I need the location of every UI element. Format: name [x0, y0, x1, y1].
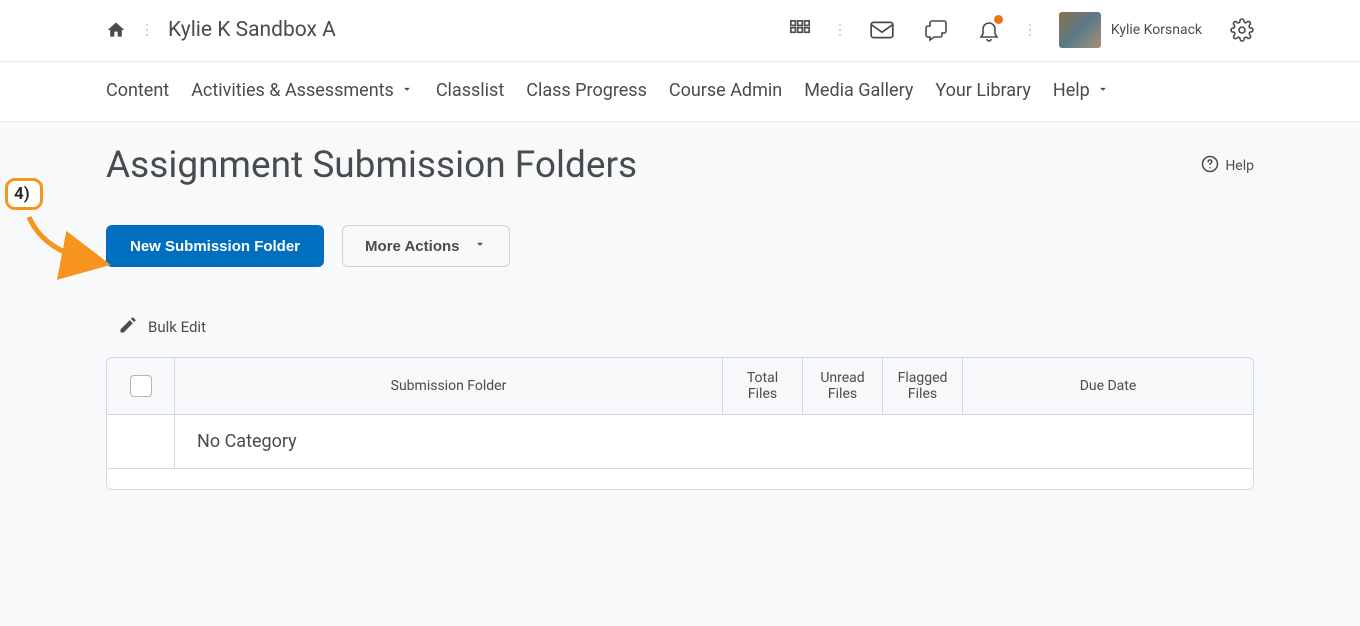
nav-classlist[interactable]: Classlist	[436, 80, 504, 101]
chevron-down-icon	[1096, 80, 1110, 101]
table-header-row: Submission Folder Total Files Unread Fil…	[107, 358, 1253, 415]
header-divider-3	[1029, 24, 1031, 36]
gear-icon[interactable]	[1230, 18, 1254, 42]
header-left-group: Kylie K Sandbox A	[106, 18, 336, 42]
header-divider-2	[839, 24, 841, 36]
nav-label: Help	[1053, 80, 1090, 101]
top-header: Kylie K Sandbox A Kylie Korsnack	[0, 0, 1360, 61]
nav-media-gallery[interactable]: Media Gallery	[804, 80, 913, 101]
nav-label: Activities & Assessments	[191, 80, 394, 101]
more-actions-button[interactable]: More Actions	[342, 225, 510, 267]
course-nav: Content Activities & Assessments Classli…	[0, 61, 1360, 122]
bulk-edit-link[interactable]: Bulk Edit	[118, 315, 1254, 339]
th-total-files: Total Files	[723, 358, 803, 414]
th-flagged-files: Flagged Files	[883, 358, 963, 414]
td-blank	[107, 415, 175, 468]
table-row-category: No Category	[107, 415, 1253, 469]
help-label: Help	[1225, 158, 1254, 174]
bell-icon[interactable]	[977, 17, 1001, 43]
user-name-label: Kylie Korsnack	[1111, 22, 1202, 38]
header-divider	[146, 24, 148, 36]
table-row	[107, 469, 1253, 489]
th-select-all	[107, 358, 175, 414]
nav-label: Course Admin	[669, 80, 782, 101]
th-folder: Submission Folder	[175, 358, 723, 414]
nav-label: Media Gallery	[804, 80, 913, 101]
nav-label: Class Progress	[526, 80, 647, 101]
submission-table: Submission Folder Total Files Unread Fil…	[106, 357, 1254, 490]
nav-label: Your Library	[935, 80, 1030, 101]
nav-content[interactable]: Content	[106, 80, 169, 101]
avatar	[1059, 12, 1101, 48]
bulk-edit-label: Bulk Edit	[148, 318, 206, 336]
user-menu[interactable]: Kylie Korsnack	[1059, 12, 1202, 48]
notification-dot	[993, 14, 1004, 25]
nav-class-progress[interactable]: Class Progress	[526, 80, 647, 101]
page-title: Assignment Submission Folders	[106, 144, 637, 187]
chevron-down-icon	[473, 237, 487, 255]
header-right-group: Kylie Korsnack	[789, 12, 1254, 48]
new-submission-folder-button[interactable]: New Submission Folder	[106, 225, 324, 267]
waffle-icon[interactable]	[789, 19, 811, 41]
help-link[interactable]: Help	[1201, 155, 1254, 177]
nav-help[interactable]: Help	[1053, 80, 1110, 101]
nav-label: Classlist	[436, 80, 504, 101]
nav-activities[interactable]: Activities & Assessments	[191, 80, 414, 101]
course-title[interactable]: Kylie K Sandbox A	[168, 18, 336, 42]
page-title-row: Assignment Submission Folders Help	[106, 144, 1254, 187]
action-buttons: New Submission Folder More Actions	[106, 225, 1254, 267]
nav-course-admin[interactable]: Course Admin	[669, 80, 782, 101]
nav-your-library[interactable]: Your Library	[935, 80, 1030, 101]
main-content: Assignment Submission Folders Help New S…	[0, 122, 1360, 626]
th-due-date: Due Date	[963, 358, 1253, 414]
pencil-icon	[118, 315, 138, 339]
annotation-step-badge: 4)	[5, 178, 43, 210]
chevron-down-icon	[400, 80, 414, 101]
category-label: No Category	[175, 415, 1253, 468]
select-all-checkbox[interactable]	[130, 375, 152, 397]
mail-icon[interactable]	[869, 19, 895, 41]
home-icon[interactable]	[106, 20, 126, 40]
chat-icon[interactable]	[923, 18, 949, 42]
more-actions-label: More Actions	[365, 238, 459, 255]
nav-label: Content	[106, 80, 169, 101]
th-unread-files: Unread Files	[803, 358, 883, 414]
help-icon	[1201, 155, 1219, 177]
